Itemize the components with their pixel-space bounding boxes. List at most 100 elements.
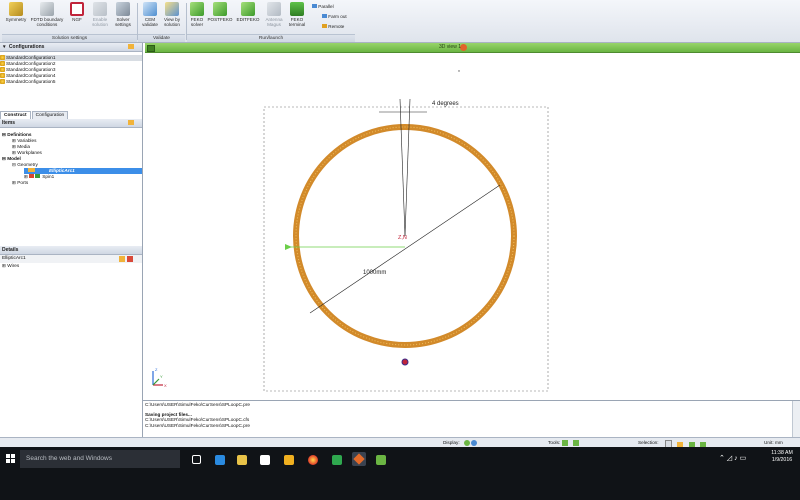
windows-start-icon[interactable] (6, 454, 16, 464)
configuration-item[interactable]: StandardConfiguration3 (0, 67, 56, 73)
remote-option[interactable]: Remote (322, 24, 344, 30)
cube-icon (40, 2, 54, 16)
tree-tabs: Construct Configuration (0, 111, 69, 119)
display-mode-icons[interactable] (464, 440, 484, 446)
cem-validate-button[interactable]: CEM validate (140, 2, 160, 27)
configuration-item[interactable]: StandardConfiguration1 (0, 55, 142, 61)
view-icon (147, 45, 155, 52)
angle-label: 4 degrees (432, 101, 459, 107)
configuration-icon (0, 73, 5, 79)
remote-icon (322, 24, 327, 28)
feko-solver-button[interactable]: FEKO solver (188, 2, 206, 27)
chrome-icon[interactable] (308, 455, 318, 465)
angle-line-left (399, 98, 406, 237)
enable-solution-button[interactable]: Enable solution (89, 2, 111, 27)
3d-view-canvas[interactable]: 4 degrees 1000mm Z,N Z X Y (143, 53, 800, 400)
axis-label: Z,N (398, 235, 407, 241)
message-line: C:\Users\USER\SimulFeko\CurSens\SPLoopC.… (145, 422, 250, 428)
tree-node-spin1[interactable]: ⊞ Spin1 (24, 174, 54, 180)
task-view-icon[interactable] (192, 455, 201, 464)
ribbon-toolbar: Symmetry FDTD boundary conditions NGF En… (0, 0, 800, 43)
message-window: C:\Users\USER\SimulFeko\CurSens\SPLoopC.… (143, 400, 800, 438)
configuration-item[interactable]: StandardConfiguration5 (0, 79, 56, 85)
feko-terminal-button[interactable]: FEKO terminal (287, 2, 307, 27)
tab-configuration[interactable]: Configuration (31, 111, 69, 119)
message-line: C:\Users\USER\SimulFeko\CurSens\SPLoopC.… (145, 402, 250, 407)
parallel-icon (312, 4, 317, 8)
axis-triad: Z X Y (152, 367, 167, 388)
triad-x-label: X (164, 383, 167, 388)
search-placeholder: Search the web and Windows (26, 455, 112, 462)
parallel-option[interactable]: Parallel (312, 4, 334, 10)
postfeko-icon (213, 2, 227, 16)
spin-icon (35, 174, 41, 178)
taskbar-clock[interactable]: 11:38 AM 1/9/2016 (765, 450, 799, 464)
solver-settings-button[interactable]: Solver settings (112, 2, 134, 27)
ngf-button[interactable]: NGF (67, 2, 87, 22)
items-header: Items (0, 119, 142, 128)
spin-icon (29, 174, 35, 178)
curve-icon (28, 168, 35, 172)
editfeko-button[interactable]: EDITFEKO (235, 2, 261, 22)
excel-icon[interactable] (332, 455, 342, 465)
feko-launcher-icon[interactable] (376, 455, 386, 465)
view-by-solution-button[interactable]: View by solution (161, 2, 183, 27)
system-tray-icons[interactable]: ⌃ ◿ ♪ ▭ (719, 454, 746, 462)
tool-icon (562, 440, 568, 446)
edge-icon[interactable] (215, 455, 225, 465)
farm-out-option[interactable]: Farm out (322, 14, 347, 20)
enable-solution-icon (93, 2, 107, 16)
port-marker[interactable] (401, 358, 409, 366)
cadfeko-taskbar-icon[interactable] (352, 452, 366, 466)
dimension-label: 1000mm (363, 270, 386, 276)
file-explorer-icon[interactable] (237, 455, 247, 465)
bounding-box (263, 106, 549, 392)
cem-validate-icon (143, 2, 157, 16)
taskbar-search-box[interactable]: Search the web and Windows (20, 450, 180, 468)
group-run-launch: Run/launch (187, 34, 355, 42)
farm-out-icon (322, 14, 327, 18)
configuration-item[interactable]: StandardConfiguration4 (0, 73, 56, 79)
configurations-header: ▾ Configurations (0, 43, 142, 52)
terminal-icon (290, 2, 304, 16)
tree-node-ports[interactable]: ⊞ Ports (12, 180, 28, 186)
view-title: 3D view 1 (439, 44, 461, 50)
symmetry-button[interactable]: Symmetry (2, 2, 30, 22)
configuration-icon (0, 67, 5, 73)
media-player-icon[interactable] (284, 455, 294, 465)
triad-y-label: Y (160, 374, 163, 379)
configuration-icon (0, 79, 5, 85)
antenna-magus-icon (267, 2, 281, 16)
tool-icon (573, 440, 580, 446)
delete-icon[interactable] (127, 256, 133, 262)
edit-icon[interactable] (119, 256, 125, 262)
feko-solver-icon (190, 2, 204, 16)
postfeko-button[interactable]: POSTFEKO (207, 2, 233, 22)
add-item-icon[interactable] (128, 120, 134, 125)
collapse-arrow-icon[interactable]: ▾ (3, 44, 6, 50)
configuration-item[interactable]: StandardConfiguration2 (0, 61, 56, 67)
symmetry-icon (9, 2, 23, 16)
configuration-icon (0, 55, 5, 61)
store-icon[interactable] (260, 455, 270, 465)
fdtd-boundary-button[interactable]: FDTD boundary conditions (30, 2, 64, 27)
message-scrollbar[interactable] (792, 401, 800, 437)
display-icon (471, 440, 478, 446)
triad-y-axis (152, 378, 160, 386)
green-arrow-icon (285, 244, 292, 250)
ngf-icon (70, 2, 84, 16)
editfeko-icon (241, 2, 255, 16)
add-configuration-icon[interactable] (128, 44, 134, 49)
display-icon (464, 440, 470, 446)
triad-z-label: Z (155, 367, 158, 372)
details-header: Details (0, 246, 142, 255)
windows-taskbar: Search the web and Windows ⌃ ◿ ♪ ▭ 11:38… (0, 447, 800, 500)
view-dot (458, 70, 460, 72)
group-validate: Validate (138, 34, 185, 42)
antenna-magus-button[interactable]: Antenna Magus (263, 2, 285, 27)
view-by-solution-icon (165, 2, 179, 16)
details-wires-node[interactable]: ⊞ Wires (2, 263, 19, 269)
tab-construct[interactable]: Construct (0, 111, 31, 119)
configuration-icon (0, 61, 5, 67)
diameter-line (309, 184, 501, 314)
